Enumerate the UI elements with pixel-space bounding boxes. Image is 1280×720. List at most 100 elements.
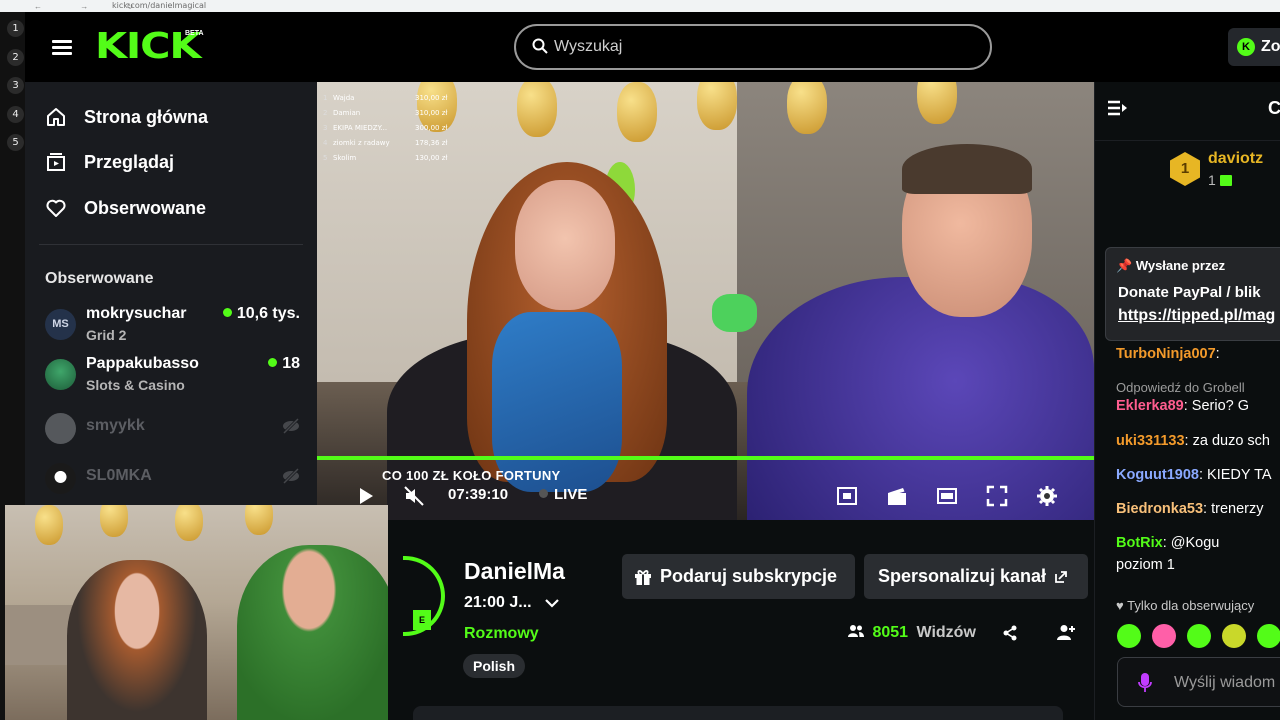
- mute-icon[interactable]: [402, 484, 426, 508]
- search-bar[interactable]: [514, 24, 992, 70]
- channel-name: mokrysuchar: [86, 305, 187, 322]
- top-supporter[interactable]: 1 daviotz 1: [1170, 150, 1280, 194]
- video-progress-bar[interactable]: [317, 456, 1094, 460]
- chat-message-input[interactable]: [1174, 673, 1280, 693]
- followed-channel-mokrysuchar[interactable]: MS mokrysuchar Grid 2 10,6 tys.: [45, 305, 300, 349]
- leaderboard-row: 1 Wajda 310,00 zł: [323, 93, 448, 102]
- channel-name: Pappakubasso: [86, 355, 199, 372]
- top-navigation-bar: KICK BETA K Zo: [25, 12, 1280, 82]
- channel-category: Slots & Casino: [86, 377, 185, 393]
- workspace-1-button[interactable]: 1: [7, 20, 24, 37]
- balloon-image: [787, 82, 827, 134]
- streamer-image: [515, 180, 615, 310]
- browse-icon: [47, 153, 65, 171]
- chat-input-box[interactable]: [1117, 657, 1280, 707]
- sidebar-item-label: Przeglądaj: [84, 151, 175, 172]
- search-icon: [532, 38, 548, 54]
- picture-in-picture-icon[interactable]: [835, 484, 859, 508]
- menu-icon[interactable]: [52, 40, 72, 56]
- bowl-image: [712, 294, 757, 332]
- sidebar-item-label: Obserwowane: [84, 197, 207, 218]
- address-bar[interactable]: kick.com/danielmagical: [112, 1, 206, 10]
- followed-channel-sl0mka[interactable]: SL0MKA: [45, 459, 300, 503]
- chat-title: C: [1268, 98, 1280, 118]
- sidebar-item-label: Strona główna: [84, 106, 209, 127]
- heart-icon: [46, 199, 66, 217]
- workspace-2-button[interactable]: 2: [7, 49, 24, 66]
- share-icon[interactable]: [1002, 625, 1018, 641]
- sidebar-item-browse[interactable]: Przeglądaj: [45, 147, 174, 177]
- chevron-down-icon[interactable]: [545, 598, 559, 608]
- supporter-name: daviotz: [1208, 150, 1264, 167]
- pinned-message: 📌 Wysłane przez Donate PayPal / blik htt…: [1105, 247, 1280, 341]
- channel-name[interactable]: DanielMa: [464, 558, 565, 585]
- avatar: [45, 413, 76, 444]
- donation-leaderboard: 1 Wajda 310,00 zł 2 Damian 310,00 zł 3 EKIPA …: [323, 90, 473, 165]
- fullscreen-icon[interactable]: [985, 484, 1009, 508]
- chat-message[interactable]: uki331133: za duzo sch: [1116, 433, 1270, 449]
- player-controls: 07:39:10 LIVE: [317, 478, 1094, 520]
- settings-gear-icon[interactable]: [1035, 484, 1059, 508]
- offline-eye-icon: [282, 418, 300, 434]
- followed-channel-smyykk[interactable]: smyykk: [45, 409, 300, 453]
- video-player[interactable]: 1 Wajda 310,00 zł 2 Damian 310,00 zł 3 EKIPA …: [317, 82, 1094, 520]
- language-tag[interactable]: Polish: [463, 654, 526, 678]
- gift-subscriptions-button[interactable]: Podaruj subskrypcje: [622, 554, 855, 599]
- chat-message[interactable]: TurboNinja007:: [1116, 346, 1220, 362]
- pinned-by: 📌 Wysłane przez: [1116, 258, 1226, 273]
- customize-channel-button[interactable]: Spersonalizuj kanał: [864, 554, 1088, 599]
- chat-message: poziom 1: [1116, 557, 1175, 573]
- reply-hint: Odpowiedź do Grobell: [1116, 380, 1245, 395]
- workspace-3-button[interactable]: 3: [7, 77, 24, 94]
- theater-mode-icon[interactable]: [935, 484, 959, 508]
- avatar: [45, 359, 76, 390]
- live-dot-icon: [268, 358, 278, 367]
- chat-message[interactable]: Eklerka89: Serio? G: [1116, 398, 1249, 414]
- channel-info-panel: E DanielMa 21:00 J... Rozmowy Polish Pod…: [403, 532, 1094, 720]
- channel-name: SL0MKA: [86, 467, 152, 484]
- pinned-text: Donate PayPal / blik: [1118, 284, 1261, 301]
- streamer-image: [492, 312, 622, 492]
- emote-icon[interactable]: [1117, 624, 1141, 648]
- pinned-link[interactable]: https://tipped.pl/mag: [1118, 307, 1275, 325]
- home-icon: [47, 108, 65, 126]
- avatar: MS: [45, 309, 76, 340]
- beta-badge: BETA: [185, 30, 204, 37]
- emote-icon[interactable]: [1152, 624, 1176, 648]
- sidebar-item-home[interactable]: Strona główna: [45, 102, 208, 132]
- signup-button[interactable]: K Zo: [1228, 28, 1280, 66]
- balloon-image: [35, 505, 63, 545]
- chat-message[interactable]: Biedronka53: trenerzy: [1116, 501, 1263, 517]
- live-badge: E: [413, 610, 431, 630]
- kick-k-icon: K: [1237, 38, 1255, 56]
- balloon-image: [175, 505, 203, 541]
- workspace-4-button[interactable]: 4: [7, 106, 24, 123]
- balloon-image: [245, 505, 273, 535]
- followed-section-title: Obserwowane: [45, 270, 154, 287]
- collapse-chat-icon[interactable]: [1108, 100, 1128, 116]
- offline-eye-icon: [282, 468, 300, 484]
- avatar: [45, 463, 76, 494]
- pin-icon: 📌: [1116, 258, 1136, 273]
- followed-channel-pappakubasso[interactable]: Pappakubasso Slots & Casino 18: [45, 355, 300, 399]
- workspace-5-button[interactable]: 5: [7, 134, 24, 151]
- chat-message[interactable]: BotRix: @Kogu: [1116, 535, 1219, 551]
- chat-message[interactable]: Koguut1908: KIEDY TA: [1116, 467, 1272, 483]
- emote-icon[interactable]: [1257, 624, 1280, 648]
- follow-user-icon[interactable]: [1057, 624, 1075, 640]
- emote-bar: [1117, 624, 1280, 648]
- leaderboard-row: 3 EKIPA MIEDZY... 300,00 zł: [323, 123, 448, 132]
- gift-icon: [1219, 175, 1232, 186]
- sidebar-item-following[interactable]: Obserwowane: [45, 193, 206, 223]
- emote-icon[interactable]: [1187, 624, 1211, 648]
- stream-category[interactable]: Rozmowy: [464, 625, 539, 643]
- microphone-icon[interactable]: [1138, 673, 1152, 693]
- clip-icon[interactable]: [885, 484, 909, 508]
- balloon-image: [617, 82, 657, 142]
- viewer-count: 10,6 tys.: [222, 305, 300, 323]
- emote-icon[interactable]: [1222, 624, 1246, 648]
- search-input[interactable]: [554, 35, 954, 59]
- leaderboard-row: 5 Skolim 130,00 zł: [323, 153, 448, 162]
- viewers-icon: [848, 625, 864, 637]
- gift-icon: [635, 569, 651, 585]
